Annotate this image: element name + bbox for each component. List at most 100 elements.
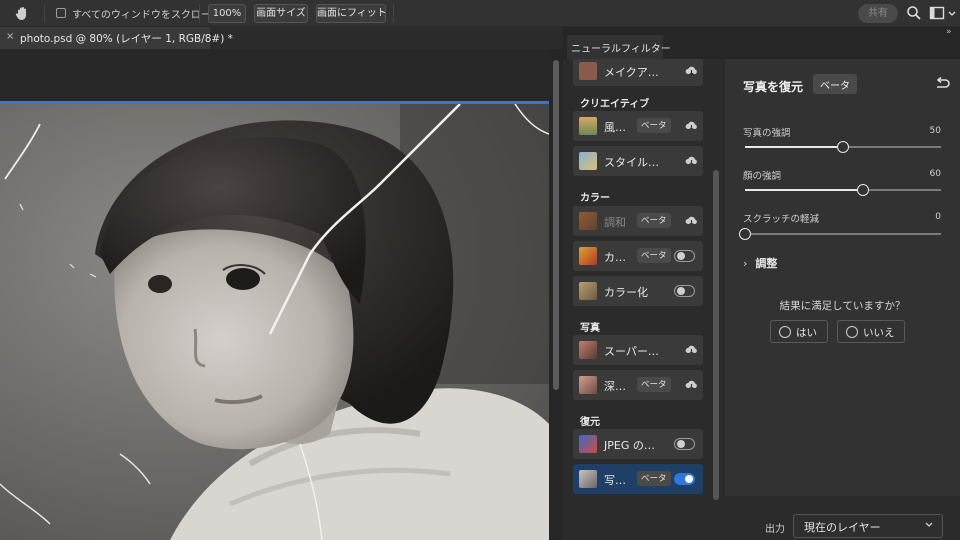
slider-handle[interactable] [856,184,869,196]
filter-item-harmonize[interactable]: 調和 ベータ [573,206,703,236]
filter-toggle[interactable] [674,285,695,297]
slider-fill [745,189,863,191]
filter-item-super-zoom[interactable]: スーパー… [573,335,703,365]
filter-name: スーパー… [604,345,659,358]
category-creative: クリエイティブ [580,99,650,110]
filter-thumbnail [579,117,597,135]
fit-to-screen-button[interactable]: 画面にフィット [316,4,387,23]
filter-toggle[interactable] [674,473,695,485]
toggle-knob [677,252,685,260]
slider-label-face-enhancement: 顔の強調 [743,171,782,182]
zoom-100-button[interactable]: 100% [208,4,246,23]
output-label: 出力 [765,524,785,535]
filter-name: 写… [604,474,626,487]
scroll-all-windows-checkbox[interactable] [56,8,66,18]
beta-badge: ベータ [637,377,671,392]
settings-title: 写真を復元 [743,80,804,94]
feedback-question: 結果に満足していますか？ [779,300,906,312]
slider-photo-enhancement[interactable] [745,141,941,153]
filter-item-photo-restoration[interactable]: 写… ベータ [573,464,703,494]
filter-item-jpeg-artifacts[interactable]: JPEG の… [573,429,703,459]
frown-icon [846,326,858,338]
options-bar: すべてのウィンドウをスクロール 100% 画面サイズ 画面にフィット 共有 [0,0,960,27]
photo-image [0,104,549,540]
cloud-download-icon[interactable] [685,379,698,391]
filter-thumbnail [579,247,597,265]
tab-neural-filters[interactable]: ニューラルフィルター [567,35,671,59]
fit-screen-size-button[interactable]: 画面サイズ [254,4,308,23]
filter-name: スタイル… [604,156,659,169]
search-icon[interactable] [906,5,922,21]
photo-canvas[interactable] [0,101,549,540]
adjustments-section-toggle[interactable]: › 調整 [743,255,777,271]
beta-badge: ベータ [637,248,671,263]
feedback-no-label: いいえ [863,327,895,339]
toolbar-divider [393,4,394,23]
filter-name: カ… [604,251,626,264]
filter-thumbnail [579,152,597,170]
beta-badge: ベータ [637,471,671,486]
close-tab-icon[interactable]: × [6,31,14,42]
filter-item-depth-blur[interactable]: 深… ベータ [573,370,703,400]
reset-icon[interactable] [935,77,951,91]
filter-list-scrollbar[interactable] [713,170,719,500]
share-button[interactable]: 共有 [858,4,898,23]
beta-badge: ベータ [813,74,857,94]
adjustments-label: 調整 [755,257,778,270]
slider-value-scratch-reduction: 0 [935,212,941,222]
cloud-download-icon[interactable] [685,155,698,167]
filter-thumbnail [579,62,597,80]
cloud-download-icon[interactable] [685,65,698,77]
filter-item-color-transfer[interactable]: カ… ベータ [573,241,703,271]
cloud-download-icon[interactable] [685,120,698,132]
output-bar: 出力 現在のレイヤー [725,496,960,540]
chevron-down-icon[interactable] [947,5,957,21]
toggle-knob [677,287,685,295]
category-color: カラー [580,193,610,204]
slider-handle[interactable] [739,228,751,240]
cloud-download-icon[interactable] [685,215,698,227]
workspace-layout-icon[interactable] [929,5,945,21]
category-photo: 写真 [580,323,600,334]
filter-thumbnail [579,341,597,359]
filter-thumbnail [579,282,597,300]
slider-value-face-enhancement: 60 [929,169,941,179]
canvas-scrollbar-thumb[interactable] [553,60,559,390]
filter-name: JPEG の… [604,439,655,452]
feedback-yes-button[interactable]: はい [770,320,828,343]
slider-label-photo-enhancement: 写真の強調 [743,128,791,139]
expand-panel-icon[interactable]: » [946,27,952,37]
output-select[interactable]: 現在のレイヤー [793,514,943,538]
document-tab[interactable]: × photo.psd @ 80% (レイヤー 1, RGB/8#) * [0,27,233,49]
document-tab-bar: × photo.psd @ 80% (レイヤー 1, RGB/8#) * [0,27,563,49]
output-selected-value: 現在のレイヤー [804,521,881,534]
filter-thumbnail [579,376,597,394]
slider-label-scratch-reduction: スクラッチの軽減 [743,214,820,225]
filter-thumbnail [579,435,597,453]
cloud-download-icon[interactable] [685,344,698,356]
filter-toggle[interactable] [674,438,695,450]
filter-item-colorize[interactable]: カラー化 [573,276,703,306]
filter-name: カラー化 [604,286,648,299]
filter-name: 調和 [604,216,626,229]
hand-tool-icon[interactable] [14,5,30,21]
filter-toggle[interactable] [674,250,695,262]
smile-icon [779,326,791,338]
document-tab-title: photo.psd @ 80% (レイヤー 1, RGB/8#) * [20,33,233,45]
filter-thumbnail [579,212,597,230]
slider-fill [745,146,843,148]
beta-badge: ベータ [637,213,671,228]
slider-scratch-reduction[interactable] [739,228,941,240]
slider-face-enhancement[interactable] [745,184,941,196]
filter-item-style[interactable]: スタイル… [573,146,703,176]
filter-item-makeup[interactable]: メイクア… [573,59,703,86]
panel-tab-bar: ニューラルフィルター » [563,27,960,59]
filter-list: メイクア… クリエイティブ 風… ベータ スタイル… カラー 調和 ベータ カ…… [563,59,725,540]
feedback-no-button[interactable]: いいえ [837,320,905,343]
beta-badge: ベータ [637,118,671,133]
slider-handle[interactable] [837,141,849,153]
slider-value-photo-enhancement: 50 [929,126,941,136]
filter-name: メイクア… [604,66,659,79]
filter-name: 深… [604,380,626,393]
filter-item-landscape[interactable]: 風… ベータ [573,111,703,141]
